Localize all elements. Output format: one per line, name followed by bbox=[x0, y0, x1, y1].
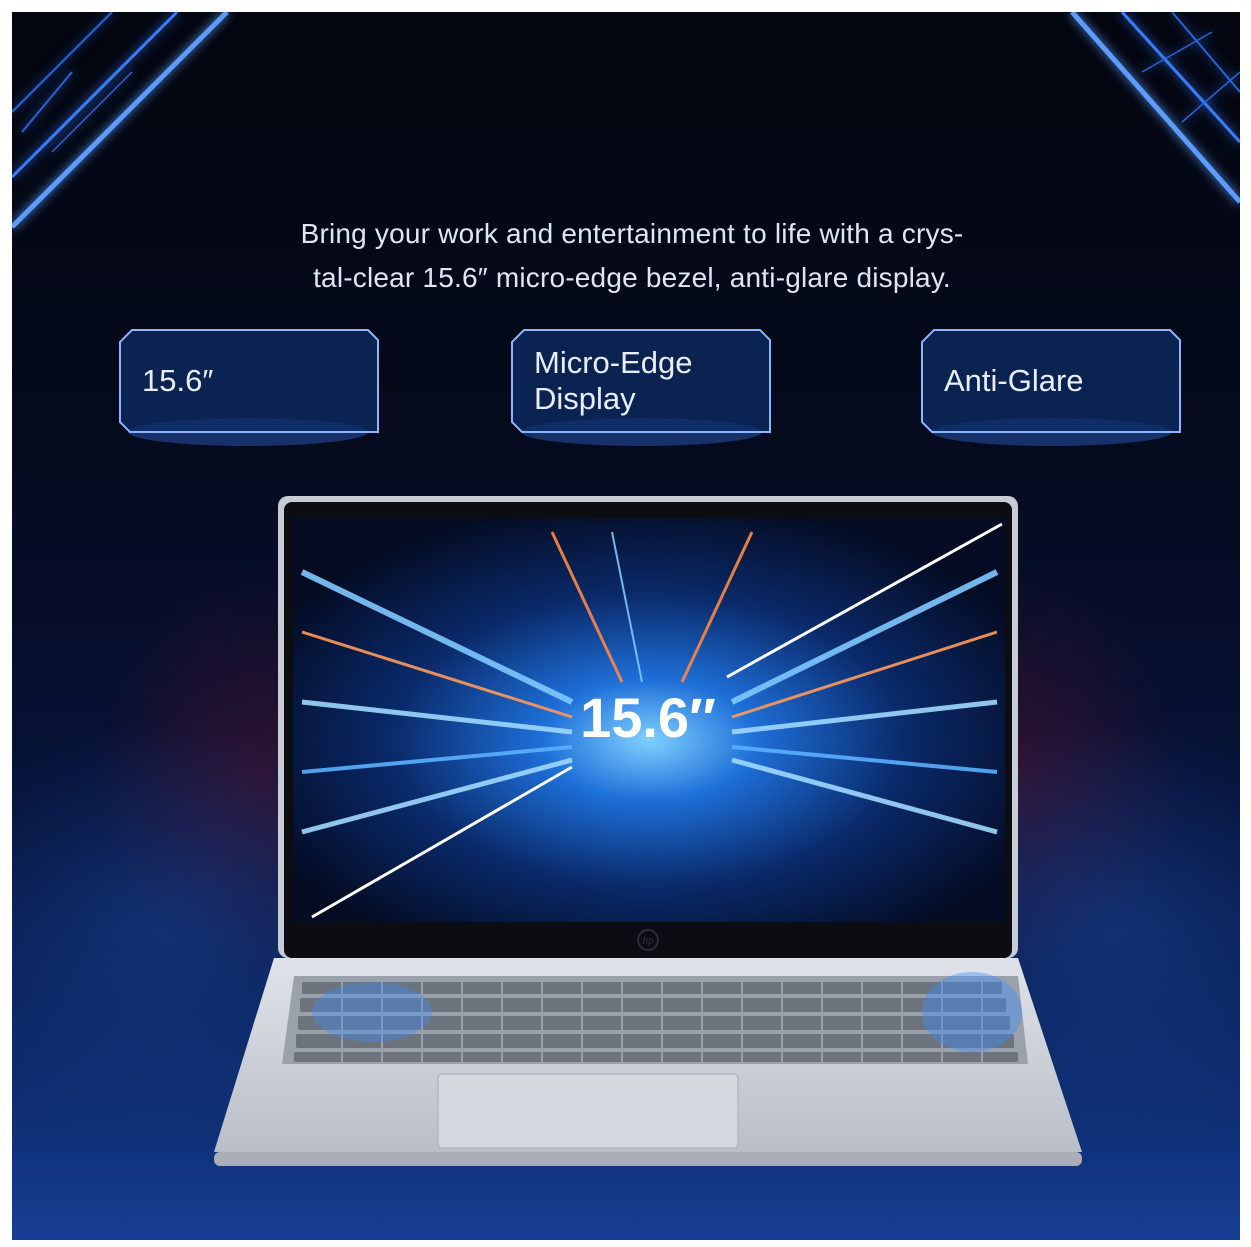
headline-line-1: Bring your work and entertainment to lif… bbox=[300, 218, 964, 249]
trackpad bbox=[437, 1073, 739, 1149]
headline-line-2: tal-clear 15.6″ micro-edge bezel, anti-g… bbox=[313, 262, 951, 293]
badge-label: Anti-Glare bbox=[944, 363, 1084, 398]
product-banner: 15.6″ hp Bring your work and entertainme… bbox=[12, 12, 1240, 1240]
badge-micro-edge: Micro-Edge Display bbox=[510, 328, 772, 434]
laptop: 15.6″ hp bbox=[214, 496, 1082, 1166]
truss-left bbox=[12, 12, 229, 229]
background-scene: 15.6″ hp bbox=[12, 12, 1240, 1240]
badge-label: 15.6″ bbox=[142, 363, 214, 398]
hp-logo-text: hp bbox=[642, 936, 654, 947]
headline: Bring your work and entertainment to lif… bbox=[212, 212, 1052, 300]
screen-size-label: 15.6″ bbox=[580, 686, 716, 749]
badge-label: Micro-Edge Display bbox=[534, 345, 693, 416]
badge-screen-size: 15.6″ bbox=[118, 328, 380, 434]
truss-right bbox=[1070, 12, 1240, 204]
badge-anti-glare: Anti-Glare bbox=[920, 328, 1182, 434]
